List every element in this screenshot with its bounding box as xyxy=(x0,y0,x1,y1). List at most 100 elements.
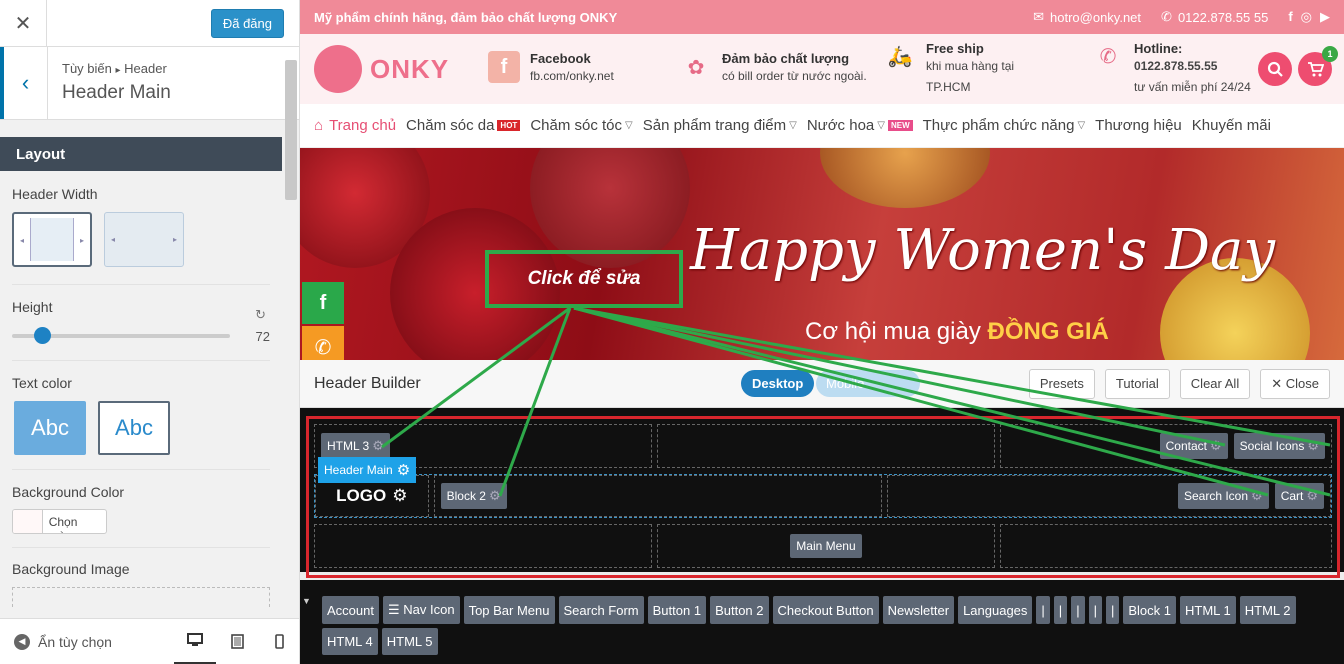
bg-image-label: Background Image xyxy=(12,561,130,577)
logo-text: ONKY xyxy=(370,53,450,84)
height-slider-thumb[interactable] xyxy=(34,327,51,344)
element-cart[interactable]: Cart ⚙ xyxy=(1274,483,1325,509)
publish-button[interactable]: Đã đăng xyxy=(210,8,284,38)
search-icon[interactable] xyxy=(1258,52,1292,86)
breadcrumb-root: Tùy biến xyxy=(62,61,112,76)
row-bottom-left[interactable] xyxy=(314,524,653,568)
gear-icon[interactable]: ⚙ xyxy=(1307,438,1319,454)
site-logo[interactable]: ONKY xyxy=(314,45,474,93)
palette-item[interactable]: Block 1 xyxy=(1123,596,1176,624)
clear-all-button[interactable]: Clear All xyxy=(1179,369,1251,399)
header-main-tag[interactable]: Header Main ⚙ xyxy=(318,457,417,483)
close-icon: ✕ xyxy=(1271,376,1283,391)
youtube-icon[interactable]: ▶ xyxy=(1320,9,1330,25)
text-color-light-option[interactable]: Abc xyxy=(14,401,86,455)
mobile-tab[interactable]: Mobile xyxy=(816,370,920,397)
palette-item[interactable]: Button 1 xyxy=(647,596,707,624)
facebook-icon: f xyxy=(488,51,520,83)
nav-item-perfume[interactable]: Nước hoa ▽ NEW xyxy=(807,117,913,134)
close-button[interactable]: ✕ Close xyxy=(1260,369,1330,399)
palette-item[interactable]: Newsletter xyxy=(882,596,955,624)
banner-highlight: ĐỒNG GIÁ xyxy=(987,318,1109,345)
cart-icon[interactable]: 1 xyxy=(1298,46,1338,86)
color-picker-button[interactable]: Chọn màu xyxy=(12,509,107,534)
facebook-icon[interactable]: f xyxy=(1288,9,1292,25)
close-icon[interactable]: ✕ xyxy=(0,0,47,47)
element-search-icon[interactable]: Search Icon ⚙ xyxy=(1177,483,1269,509)
nav-item-skincare[interactable]: Chăm sóc da HOT xyxy=(406,117,521,134)
hot-badge: HOT xyxy=(497,120,521,131)
nav-item-promotions[interactable]: Khuyến mãi xyxy=(1192,117,1271,134)
row-main-right[interactable]: Search Icon ⚙ Cart ⚙ xyxy=(886,475,1332,517)
palette-item[interactable]: Languages xyxy=(958,596,1033,624)
palette-item[interactable]: Checkout Button xyxy=(772,596,879,624)
text-color-dark-option[interactable]: Abc xyxy=(98,401,170,455)
row-main-left[interactable]: Block 2 ⚙ xyxy=(433,475,882,517)
nav-item-makeup[interactable]: Sản phẩm trang điểm ▽ xyxy=(643,117,797,134)
element-logo[interactable]: LOGO ⚙ xyxy=(336,486,407,506)
builder-canvas: HTML 3 ⚙ Contact ⚙ Social Icons ⚙ Header Ma… xyxy=(300,408,1344,578)
facebook-float-icon[interactable]: f xyxy=(302,282,344,324)
row-top-center[interactable] xyxy=(657,424,995,468)
element-block2[interactable]: Block 2 ⚙ xyxy=(440,483,507,509)
desktop-tab[interactable]: Desktop xyxy=(741,370,815,397)
presets-button[interactable]: Presets xyxy=(1028,369,1095,399)
gear-icon[interactable]: ⚙ xyxy=(1251,488,1263,504)
palette-item[interactable]: | xyxy=(1088,596,1102,624)
height-slider[interactable]: ↻ 72 xyxy=(12,307,270,345)
palette-item[interactable]: Account xyxy=(322,596,379,624)
gear-icon[interactable]: ⚙ xyxy=(392,486,407,506)
palette-items: Account ☰ Nav Icon Top Bar Menu Search Form… xyxy=(322,596,1332,655)
palette-item[interactable]: | xyxy=(1036,596,1050,624)
nav-item-supplements[interactable]: Thực phẩm chức năng ▽ xyxy=(923,117,1086,134)
instagram-icon[interactable]: ◎ xyxy=(1301,9,1312,25)
gear-icon[interactable]: ⚙ xyxy=(372,438,384,454)
nav-label: Khuyến mãi xyxy=(1191,117,1271,134)
gear-icon[interactable]: ⚙ xyxy=(1210,438,1222,454)
bg-image-dropzone[interactable] xyxy=(12,587,270,607)
ribbon-icon: ✿ xyxy=(687,56,705,79)
element-main-menu[interactable]: Main Menu xyxy=(790,534,862,558)
element-social-icons[interactable]: Social Icons ⚙ xyxy=(1233,433,1326,459)
gear-icon[interactable]: ⚙ xyxy=(397,461,410,479)
palette-item[interactable]: | xyxy=(1071,596,1085,624)
palette-item[interactable]: | xyxy=(1053,596,1068,624)
hero-banner[interactable]: Happy Women's Day Cơ hội mua giày ĐỒNG G… xyxy=(300,148,1344,360)
scroll-down-icon[interactable]: ▼ xyxy=(302,596,311,606)
back-arrow-icon[interactable]: ‹ xyxy=(0,47,48,119)
gear-icon[interactable]: ⚙ xyxy=(1306,488,1318,504)
builder-row-top: HTML 3 ⚙ Contact ⚙ Social Icons ⚙ xyxy=(314,424,1333,468)
palette-item[interactable]: | xyxy=(1105,596,1120,624)
row-top-right[interactable]: Contact ⚙ Social Icons ⚙ xyxy=(999,424,1333,468)
nav-item-brands[interactable]: Thương hiệu xyxy=(1095,117,1182,134)
row-bottom-right[interactable] xyxy=(999,524,1333,568)
reset-icon[interactable]: ↻ xyxy=(255,307,266,323)
element-html3[interactable]: HTML 3 ⚙ xyxy=(321,433,390,459)
click-to-edit-box[interactable]: Click để sửa xyxy=(485,250,683,308)
nav-item-haircare[interactable]: Chăm sóc tóc ▽ xyxy=(530,117,632,134)
palette-item[interactable]: HTML 2 xyxy=(1239,596,1296,624)
palette-item[interactable]: HTML 5 xyxy=(381,628,438,655)
nav-item-home[interactable]: ⌂ Trang chủ xyxy=(314,117,396,134)
breadcrumb-parent: Header xyxy=(124,61,167,76)
row-bottom-center[interactable]: Main Menu xyxy=(657,524,995,568)
palette-item[interactable]: Top Bar Menu xyxy=(463,596,555,624)
desktop-preview-icon[interactable] xyxy=(174,619,216,664)
tablet-preview-icon[interactable] xyxy=(216,619,258,664)
palette-item[interactable]: HTML 1 xyxy=(1180,596,1236,624)
panel-scrollbar[interactable] xyxy=(285,60,297,200)
palette-item[interactable]: ☰ Nav Icon xyxy=(382,596,460,624)
top-bar-phone[interactable]: ✆ 0122.878.55 55 xyxy=(1161,9,1268,25)
palette-item[interactable]: Search Form xyxy=(558,596,644,624)
element-contact[interactable]: Contact ⚙ xyxy=(1159,433,1228,459)
mobile-preview-icon[interactable] xyxy=(258,619,299,664)
width-full-option[interactable]: ◂ ▸ xyxy=(104,212,184,267)
gear-icon[interactable]: ⚙ xyxy=(489,488,501,504)
palette-item[interactable]: HTML 4 xyxy=(322,628,378,655)
hide-controls-button[interactable]: ◀ Ẩn tùy chọn xyxy=(14,633,174,650)
phone-float-icon[interactable]: ✆ xyxy=(302,326,344,360)
palette-item[interactable]: Button 2 xyxy=(710,596,769,624)
tutorial-button[interactable]: Tutorial xyxy=(1104,369,1170,399)
top-bar-email[interactable]: ✉ hotro@onky.net xyxy=(1033,9,1141,25)
width-contained-option[interactable]: ◂ ▸ xyxy=(12,212,92,267)
